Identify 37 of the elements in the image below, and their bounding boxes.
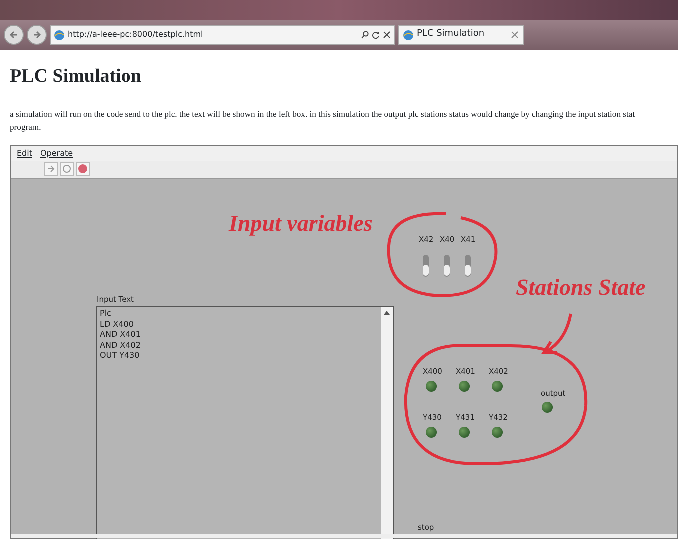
- close-icon[interactable]: [383, 31, 391, 39]
- vertical-scrollbar[interactable]: [381, 307, 393, 539]
- address-bar[interactable]: http://a-leee-pc:8000/testplc.html: [50, 25, 395, 45]
- toggle-switch[interactable]: [464, 253, 472, 275]
- tab-title: PLC Simulation: [417, 28, 486, 42]
- forward-button[interactable]: [27, 25, 47, 45]
- back-arrow-icon: [9, 30, 19, 40]
- forward-arrow-icon: [32, 30, 42, 40]
- annotation-text: Stations State: [516, 276, 646, 299]
- code-line: LD X400: [100, 320, 134, 330]
- horizontal-scrollbar[interactable]: [11, 534, 677, 538]
- description-text: a simulation will run on the code send to the plc. the text will be shown in the left box. in this simulation the output plc stations status would change by changing the input station stat: [10, 108, 636, 120]
- back-button[interactable]: [4, 25, 24, 45]
- step-button[interactable]: [44, 162, 58, 176]
- code-line: AND X402: [100, 340, 141, 351]
- browser-tab[interactable]: PLC Simulation: [398, 25, 524, 45]
- menu-item[interactable]: Operate: [40, 148, 74, 159]
- toggle-switch[interactable]: [443, 253, 451, 275]
- description-text: program.: [10, 120, 42, 134]
- reset-button[interactable]: [60, 162, 74, 176]
- input-text-area[interactable]: Plc LD X400 AND X401 AND X402 OUT Y430: [96, 306, 394, 539]
- url-text: http://a-leee-pc:8000/testplc.html: [68, 29, 204, 41]
- globe-icon: [403, 30, 414, 40]
- scroll-up-icon[interactable]: [384, 311, 390, 315]
- menu-item[interactable]: Edit: [17, 148, 32, 159]
- arrow-icon: [46, 164, 56, 174]
- code-line: Plc: [100, 309, 112, 320]
- code-line: AND X401: [100, 330, 141, 340]
- globe-icon: [54, 30, 65, 40]
- stop-icon: [78, 164, 88, 174]
- annotation-text: Input variables: [229, 212, 373, 235]
- search-icon[interactable]: [361, 31, 369, 39]
- page-title: PLC Simulation: [10, 65, 142, 89]
- hand-drawn-arrow: [541, 314, 572, 354]
- code-line: OUT Y430: [100, 351, 140, 362]
- toggle-switch[interactable]: [422, 253, 430, 275]
- stop-button[interactable]: [76, 162, 90, 176]
